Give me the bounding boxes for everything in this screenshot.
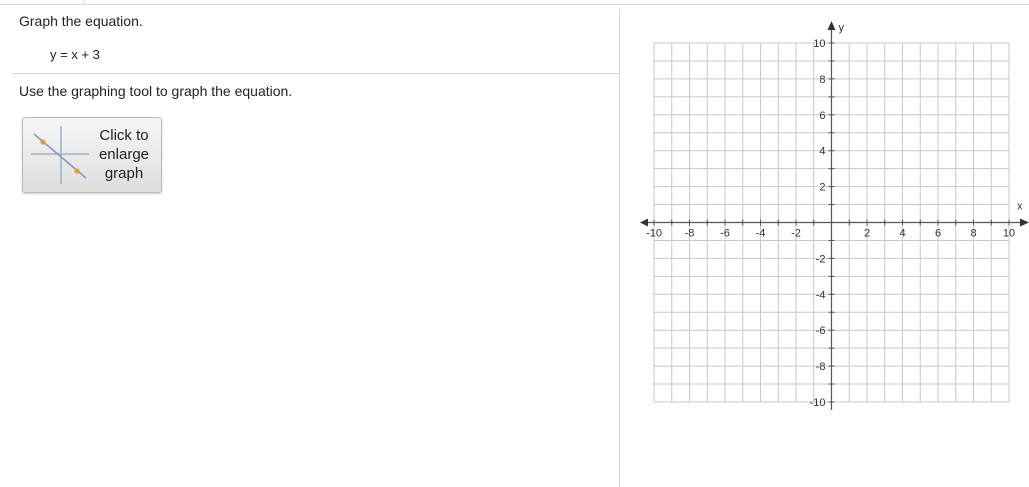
y-tick-label: -4 [816,289,826,301]
y-tick-label: -10 [810,397,826,409]
x-tick-label: -2 [791,228,801,240]
y-tick-label: 8 [819,74,825,86]
x-tick-label: -10 [646,228,662,240]
enlarge-button-label: Click to enlarge graph [98,127,150,182]
y-tick-label: -8 [816,361,826,373]
x-axis-arrow-icon [1020,218,1029,227]
x-tick-label: 4 [899,228,905,240]
graph-thumbnail-icon [31,126,89,184]
equation-text: y = x + 3 [50,47,100,62]
question-divider [12,73,619,74]
enlarge-graph-button[interactable]: Click to enlarge graph [22,117,162,193]
question-instruction: Graph the equation. [19,13,143,29]
x-tick-label: 10 [1003,228,1015,240]
y-tick-label: 10 [813,38,825,50]
x-tick-label: -4 [756,228,766,240]
x-tick-label: 2 [864,228,870,240]
x-tick-label: -8 [685,228,695,240]
top-border-tick [84,0,85,4]
x-tick-label: 6 [935,228,941,240]
y-tick-label: 4 [819,146,825,158]
coordinate-grid[interactable]: x y -10 -8 -6 -4 -2 2 4 6 8 10 10 8 6 4 2 -2 -4 -6 -8 -10 [620,9,1029,487]
y-tick-label: -6 [816,325,826,337]
y-axis-arrow-icon [827,21,836,30]
x-axis-left-arrow-icon [640,218,648,227]
y-tick-label: 6 [819,110,825,122]
graph-panel[interactable]: x y -10 -8 -6 -4 -2 2 4 6 8 10 10 8 6 4 2 -2 -4 -6 -8 -10 [620,9,1029,487]
x-tick-label: -6 [720,228,730,240]
tick-labels: x y -10 -8 -6 -4 -2 2 4 6 8 10 10 8 6 4 2 -2 -4 -6 -8 -10 [646,22,1023,409]
y-axis-label: y [839,22,845,34]
x-tick-label: 8 [970,228,976,240]
y-tick-label: 2 [819,182,825,194]
x-axis-label: x [1017,201,1023,213]
question-panel [0,5,619,487]
y-tick-label: -2 [816,253,826,265]
tool-instruction: Use the graphing tool to graph the equat… [19,83,293,99]
